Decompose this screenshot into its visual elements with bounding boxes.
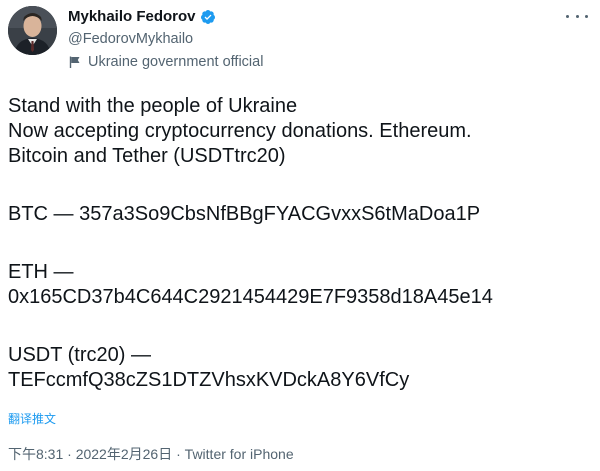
tweet-line: Now accepting cryptocurrency donations. …	[8, 120, 472, 142]
usdt-address: TEFccmfQ38cZS1DTZVhsxKVDckA8Y6VfCy	[8, 369, 410, 391]
tweet-text: Stand with the people of Ukraine Now acc…	[8, 94, 598, 393]
tweet-line: Stand with the people of Ukraine	[8, 95, 298, 117]
translate-tweet-link[interactable]: 翻译推文	[8, 410, 56, 427]
eth-address: 0x165CD37b4C644C2921454429E7F9358d18A45e…	[8, 286, 493, 308]
meta-separator: ·	[172, 446, 185, 462]
author-handle[interactable]: @FedorovMykhailo	[68, 31, 193, 47]
verified-badge-icon	[200, 9, 216, 25]
avatar[interactable]	[8, 6, 57, 55]
government-label: Ukraine government official	[68, 54, 263, 70]
tweet-date[interactable]: 2022年2月26日	[76, 446, 173, 462]
tweet-meta: 下午8:31 · 2022年2月26日 · Twitter for iPhone	[8, 444, 294, 464]
author-name-row[interactable]: Mykhailo Fedorov	[68, 8, 216, 25]
government-flag-icon	[68, 55, 82, 69]
eth-label: ETH —	[8, 261, 74, 283]
tweet-source[interactable]: Twitter for iPhone	[185, 446, 294, 462]
government-label-text: Ukraine government official	[88, 54, 264, 70]
btc-address: BTC — 357a3So9CbsNfBBgFYACGvxxS6tMaDoa1P	[8, 203, 481, 225]
usdt-label: USDT (trc20) —	[8, 344, 151, 366]
meta-separator: ·	[63, 446, 76, 462]
more-options-icon[interactable]	[566, 8, 588, 24]
tweet-time[interactable]: 下午8:31	[8, 446, 63, 462]
avatar-image	[8, 6, 57, 55]
tweet-line: Bitcoin and Tether (USDTtrc20)	[8, 145, 286, 167]
author-name[interactable]: Mykhailo Fedorov	[68, 8, 196, 25]
